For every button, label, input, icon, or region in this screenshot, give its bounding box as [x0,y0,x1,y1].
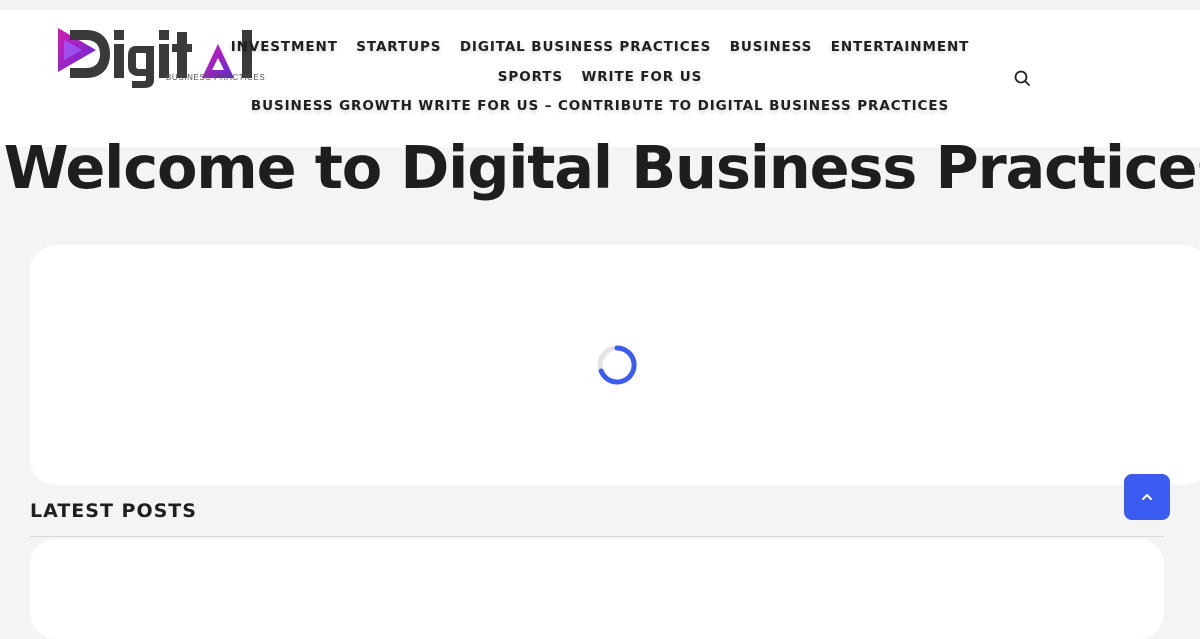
latest-posts-heading: LATEST POSTS [30,500,197,522]
nav-item-business-growth-write-for-us[interactable]: BUSINESS GROWTH WRITE FOR US – CONTRIBUT… [251,98,949,114]
featured-slider [30,245,1200,485]
search-icon [1014,70,1030,86]
search-button[interactable] [1012,68,1032,88]
page-title: Welcome to Digital Business Practices [3,133,1200,202]
primary-nav-row-1: INVESTMENT STARTUPS DIGITAL BUSINESS PRA… [0,38,1200,56]
nav-item-business[interactable]: BUSINESS [730,39,813,55]
nav-item-startups[interactable]: STARTUPS [356,39,441,55]
nav-item-entertainment[interactable]: ENTERTAINMENT [831,39,970,55]
latest-posts-list [30,539,1164,639]
top-strip [0,0,1200,10]
section-divider [30,536,1164,537]
nav-item-sports[interactable]: SPORTS [498,69,563,85]
back-to-top-button[interactable] [1124,474,1170,520]
nav-item-investment[interactable]: INVESTMENT [231,39,338,55]
chevron-up-icon [1142,494,1152,500]
nav-item-write-for-us[interactable]: WRITE FOR US [581,69,702,85]
primary-nav-row-3: BUSINESS GROWTH WRITE FOR US – CONTRIBUT… [0,97,1200,115]
site-header: BUSINESS PRACTICES INVESTMENT STARTUPS D… [0,10,1200,147]
nav-item-digital-business-practices[interactable]: DIGITAL BUSINESS PRACTICES [460,39,711,55]
loading-spinner-icon [597,345,637,385]
